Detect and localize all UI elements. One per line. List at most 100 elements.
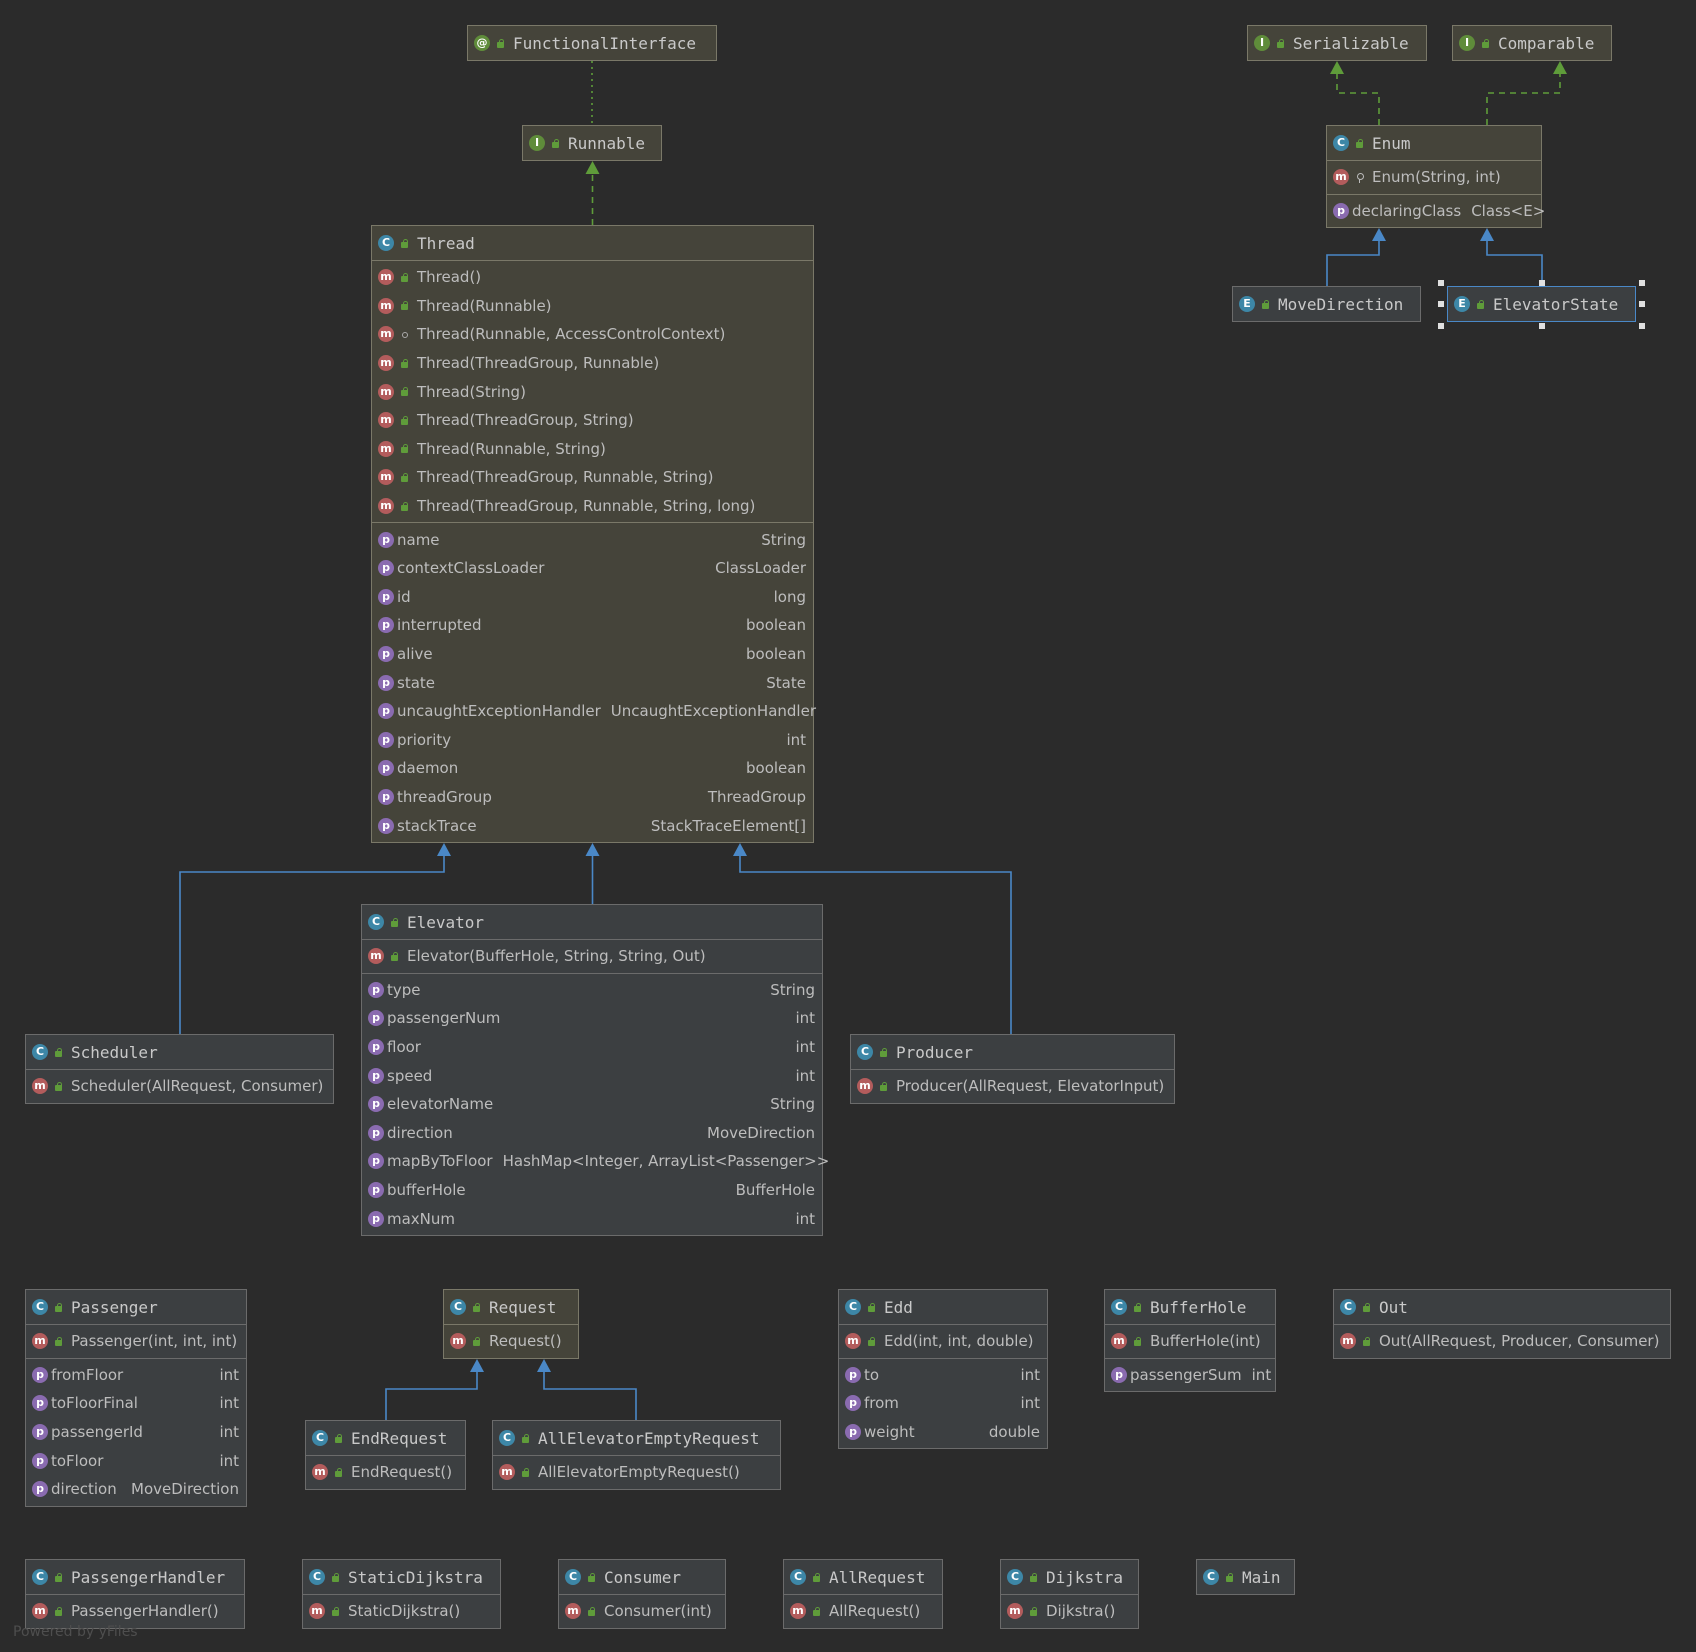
class-header[interactable]: C Passenger [26,1290,246,1324]
class-header[interactable]: C AllElevatorEmptyRequest [493,1421,780,1455]
class-header[interactable]: C Dijkstra [1001,1560,1138,1594]
class-node-movedirection[interactable]: E MoveDirection [1232,286,1421,322]
property-row[interactable]: p interrupted boolean [372,611,813,640]
class-node-runnable[interactable]: I Runnable [522,125,662,161]
method-row[interactable]: m Elevator(BufferHole, String, String, Ou… [362,942,822,971]
class-node-enum[interactable]: C Enum m Enum(String, int) p declaringClass Cl… [1326,125,1545,229]
method-row[interactable]: m EndRequest() [306,1458,465,1487]
class-node-bufferhole[interactable]: C BufferHole m BufferHole(int) p passengerSum… [1104,1289,1276,1393]
property-row[interactable]: p fromFloor int [26,1361,246,1390]
property-row[interactable]: p uncaughtExceptionHandler UncaughtExcepti… [372,697,816,726]
method-row[interactable]: m BufferHole(int) [1105,1327,1275,1356]
class-header[interactable]: C AllRequest [784,1560,942,1594]
property-row[interactable]: p threadGroup ThreadGroup [372,783,813,812]
class-node-staticdijkstra[interactable]: C StaticDijkstra m StaticDijkstra() [302,1559,501,1629]
class-node-dijkstra[interactable]: C Dijkstra m Dijkstra() [1000,1559,1139,1629]
method-row[interactable]: m Thread(Runnable) [372,292,813,321]
property-row[interactable]: p declaringClass Class<E> [1327,197,1545,226]
class-node-allrequest[interactable]: C AllRequest m AllRequest() [783,1559,943,1629]
property-row[interactable]: p direction MoveDirection [362,1119,822,1148]
class-header[interactable]: C PassengerHandler [26,1560,244,1594]
selection-handle[interactable] [1438,280,1444,286]
class-header[interactable]: C Thread [372,226,813,260]
property-row[interactable]: p mapByToFloor HashMap<Integer, ArrayList<… [362,1147,829,1176]
class-header[interactable]: C EndRequest [306,1421,465,1455]
class-header[interactable]: C Out [1334,1290,1670,1324]
class-node-comparable[interactable]: I Comparable [1452,25,1612,61]
property-row[interactable]: p direction MoveDirection [26,1475,246,1504]
property-row[interactable]: p contextClassLoader ClassLoader [372,554,813,583]
method-row[interactable]: m Producer(AllRequest, ElevatorInput) [851,1072,1174,1101]
method-row[interactable]: m Out(AllRequest, Producer, Consumer) [1334,1327,1670,1356]
method-row[interactable]: m AllElevatorEmptyRequest() [493,1458,780,1487]
class-header[interactable]: I Serializable [1248,26,1426,60]
class-node-edd[interactable]: C Edd m Edd(int, int, double) p to int p from int… [838,1289,1048,1450]
class-node-serializable[interactable]: I Serializable [1247,25,1427,61]
method-row[interactable]: m Thread(ThreadGroup, Runnable, String, l… [372,492,813,521]
class-header[interactable]: @ FunctionalInterface [468,26,716,60]
property-row[interactable]: p name String [372,525,813,554]
property-row[interactable]: p type String [362,976,822,1005]
method-row[interactable]: m Passenger(int, int, int) [26,1327,246,1356]
class-node-producer[interactable]: C Producer m Producer(AllRequest, ElevatorI… [850,1034,1175,1104]
class-header[interactable]: C Consumer [559,1560,725,1594]
class-header[interactable]: C Edd [839,1290,1047,1324]
selection-handle[interactable] [1639,301,1645,307]
property-row[interactable]: p state State [372,668,813,697]
property-row[interactable]: p maxNum int [362,1204,822,1233]
property-row[interactable]: p to int [839,1361,1047,1390]
property-row[interactable]: p daemon boolean [372,754,813,783]
method-row[interactable]: m Enum(String, int) [1327,163,1541,192]
class-node-scheduler[interactable]: C Scheduler m Scheduler(AllRequest, Consume… [25,1034,334,1104]
property-row[interactable]: p stackTrace StackTraceElement[] [372,811,813,840]
selection-handle[interactable] [1639,323,1645,329]
method-row[interactable]: m Thread(ThreadGroup, Runnable) [372,349,813,378]
selection-handle[interactable] [1538,323,1545,329]
method-row[interactable]: m Thread(Runnable, String) [372,435,813,464]
property-row[interactable]: p id long [372,583,813,612]
property-row[interactable]: p passengerNum int [362,1004,822,1033]
selection-handle[interactable] [1639,280,1645,286]
method-row[interactable]: m Edd(int, int, double) [839,1327,1047,1356]
class-header[interactable]: C Producer [851,1035,1174,1069]
class-header[interactable]: C BufferHole [1105,1290,1275,1324]
class-node-functionalinterface[interactable]: @ FunctionalInterface [467,25,717,61]
method-row[interactable]: m PassengerHandler() [26,1597,244,1626]
property-row[interactable]: p weight double [839,1418,1047,1447]
property-row[interactable]: p speed int [362,1061,822,1090]
method-row[interactable]: m StaticDijkstra() [303,1597,500,1626]
method-row[interactable]: m Request() [444,1327,578,1356]
method-row[interactable]: m AllRequest() [784,1597,942,1626]
class-header[interactable]: C Enum [1327,126,1541,160]
method-row[interactable]: m Dijkstra() [1001,1597,1138,1626]
class-node-elevatorstate[interactable]: E ElevatorState [1447,286,1636,322]
class-node-passengerhandler[interactable]: C PassengerHandler m PassengerHandler() [25,1559,245,1629]
property-row[interactable]: p bufferHole BufferHole [362,1176,822,1205]
property-row[interactable]: p passengerSum int [1105,1361,1275,1390]
class-node-consumer[interactable]: C Consumer m Consumer(int) [558,1559,726,1629]
class-header[interactable]: E ElevatorState [1448,287,1635,321]
class-header[interactable]: C Request [444,1290,578,1324]
method-row[interactable]: m Thread(Runnable, AccessControlContext) [372,320,813,349]
property-row[interactable]: p alive boolean [372,640,813,669]
class-node-endrequest[interactable]: C EndRequest m EndRequest() [305,1420,466,1490]
method-row[interactable]: m Thread(String) [372,377,813,406]
method-row[interactable]: m Thread(ThreadGroup, Runnable, String) [372,463,813,492]
class-node-allelevatoremptyrequest[interactable]: C AllElevatorEmptyRequest m AllElevatorEmpt… [492,1420,781,1490]
property-row[interactable]: p from int [839,1389,1047,1418]
class-node-passenger[interactable]: C Passenger m Passenger(int, int, int) p from… [25,1289,247,1507]
selection-handle[interactable] [1538,280,1545,286]
selection-handle[interactable] [1438,301,1444,307]
class-header[interactable]: C Elevator [362,905,822,939]
class-header[interactable]: C Scheduler [26,1035,333,1069]
class-node-elevator[interactable]: C Elevator m Elevator(BufferHole, String, S… [361,904,829,1236]
class-header[interactable]: C Main [1197,1560,1294,1594]
class-node-out[interactable]: C Out m Out(AllRequest, Producer, Consumer) [1333,1289,1671,1359]
class-header[interactable]: E MoveDirection [1233,287,1420,321]
property-row[interactable]: p floor int [362,1033,822,1062]
class-header[interactable]: I Runnable [523,126,661,160]
method-row[interactable]: m Thread() [372,263,813,292]
property-row[interactable]: p priority int [372,726,813,755]
class-node-thread[interactable]: C Thread m Thread() m Thread(Runnable) m Thread… [371,225,816,843]
property-row[interactable]: p toFloorFinal int [26,1389,246,1418]
